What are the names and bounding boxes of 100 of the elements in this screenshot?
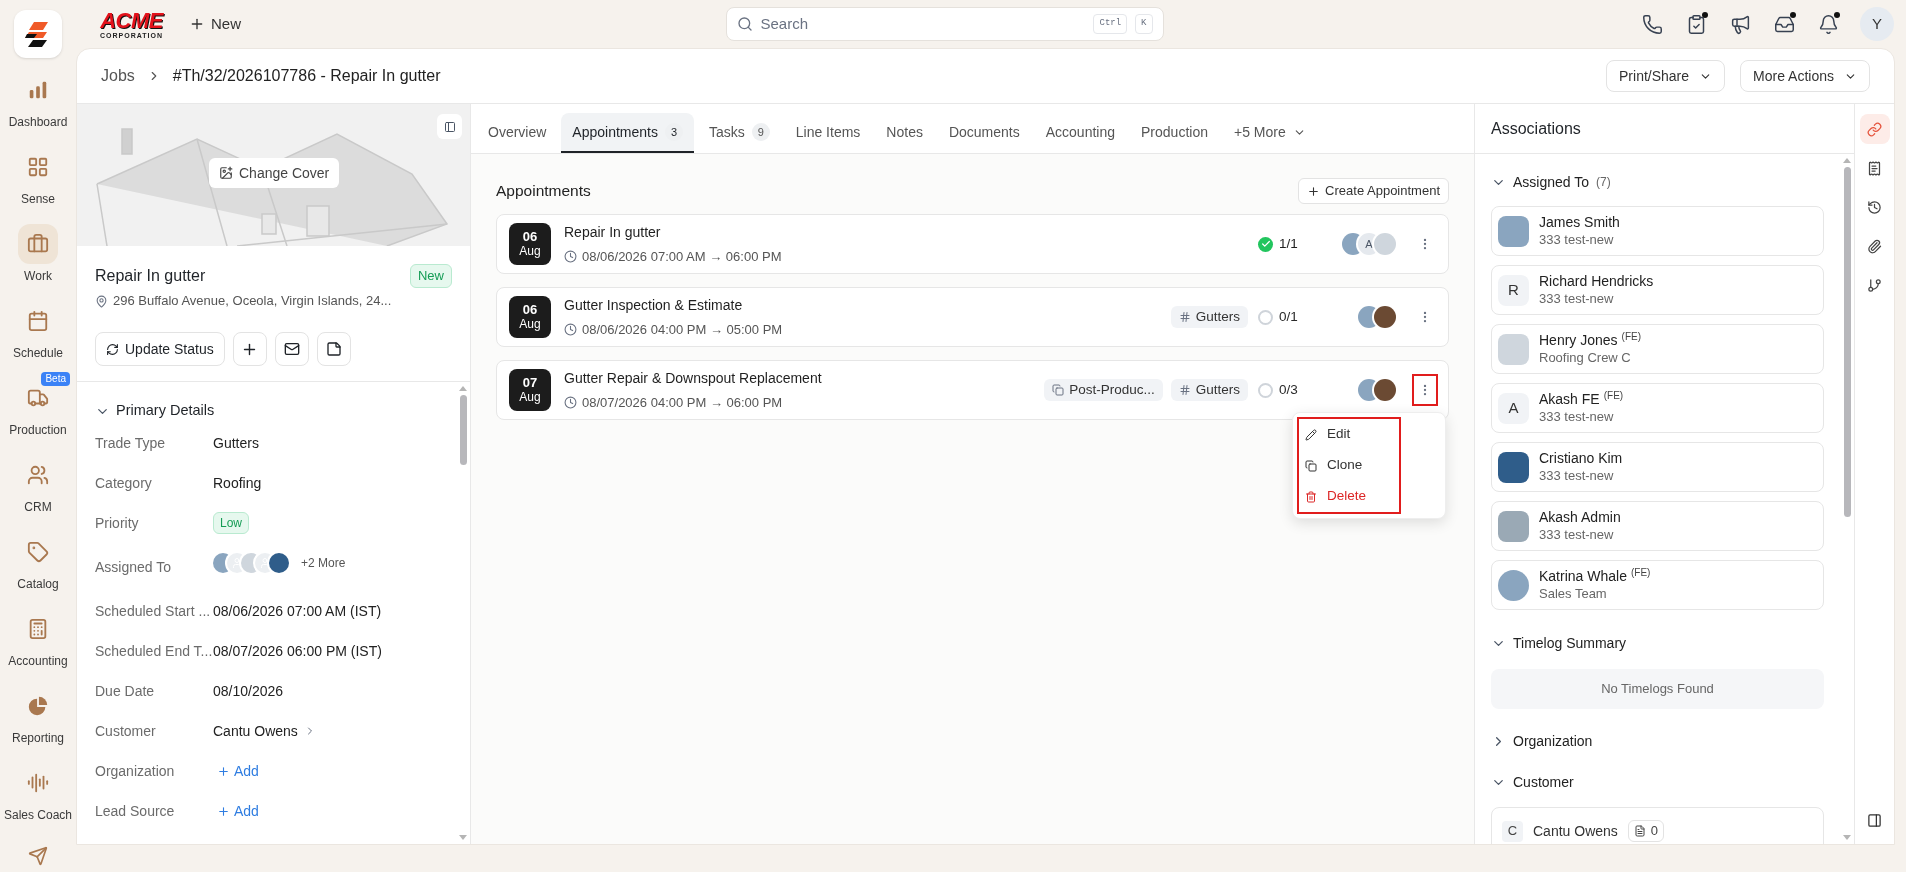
date-month: Aug <box>519 390 541 405</box>
assignee-team: 333 test-new <box>1539 290 1615 308</box>
section-toggle[interactable]: Customer <box>1491 770 1574 794</box>
nav-item[interactable]: Beta Production <box>0 372 76 449</box>
tab[interactable]: Accounting <box>1034 113 1127 153</box>
search-box[interactable]: Search Ctrl K <box>725 7 1164 41</box>
change-cover-button[interactable]: Change Cover <box>209 158 340 188</box>
job-title: Repair In gutter <box>95 266 206 286</box>
date-day: 07 <box>522 375 538 390</box>
assignee-card[interactable]: A Akash FE (FE) 333 test-new <box>1491 383 1824 433</box>
section-toggle[interactable]: Assigned To (7) <box>1491 170 1611 194</box>
app-logo[interactable] <box>14 10 62 58</box>
tab[interactable]: +5 More <box>1222 113 1317 153</box>
assignee-card[interactable]: James Smith 333 test-new <box>1491 206 1824 256</box>
photo-placeholder <box>1498 510 1529 542</box>
avatar-letter: A <box>1498 392 1529 424</box>
assignee-team: 333 test-new <box>1539 467 1615 485</box>
user-avatar[interactable]: Y <box>1860 7 1894 41</box>
email-button[interactable] <box>274 332 309 366</box>
trash-icon <box>1305 490 1317 503</box>
update-status-button[interactable]: Update Status <box>95 332 225 366</box>
more-assignees-link[interactable]: +2 More <box>301 554 346 572</box>
image-icon <box>219 166 233 180</box>
nav-item[interactable]: CRM <box>0 449 76 526</box>
add-link[interactable]: Add <box>217 800 259 822</box>
menu-item[interactable]: Edit <box>1299 419 1399 450</box>
assignee-team: Roofing Crew C <box>1539 349 1632 367</box>
customer-link[interactable]: Cantu Owens <box>213 720 316 742</box>
task-progress: 1/1 <box>1279 234 1298 253</box>
stage-icon <box>1052 384 1065 396</box>
stage-tag: Post-Produc... <box>1044 379 1163 401</box>
collapse-panel-button[interactable] <box>437 114 462 139</box>
breadcrumb-link[interactable]: Jobs <box>101 64 135 88</box>
appointment-title: Gutter Inspection & Estimate <box>564 295 744 315</box>
section-toggle[interactable]: Timelog Summary <box>1491 631 1627 655</box>
assignee-name: Richard Hendricks <box>1539 272 1654 290</box>
nav-item[interactable]: Sales Coach <box>0 757 76 834</box>
section-toggle[interactable]: Primary Details <box>95 399 215 423</box>
nav-item[interactable]: Catalog <box>0 526 76 603</box>
action-dropdown[interactable]: Print/Share <box>1606 60 1726 92</box>
tab[interactable]: Documents <box>937 113 1031 153</box>
appointment-card[interactable]: 06 Aug Repair In gutter 08/06/2026 07:00 AM → 06:00 PM 1/1 A <box>496 214 1449 274</box>
tab[interactable]: Line Items <box>784 113 872 153</box>
phone-button[interactable] <box>1640 12 1664 36</box>
assignee-card[interactable]: Akash Admin 333 test-new <box>1491 501 1824 551</box>
nav-item[interactable]: Schedule <box>0 295 76 372</box>
appointment-time: 08/06/2026 07:00 AM → 06:00 PM <box>582 247 782 266</box>
create-appointment-button[interactable]: Create Appointment <box>1298 178 1449 204</box>
section-toggle[interactable]: Organization <box>1491 729 1593 753</box>
nav-item[interactable]: Work <box>0 218 76 295</box>
nav-item[interactable]: Accounting <box>0 603 76 680</box>
assignee-card[interactable]: Henry Jones (FE) Roofing Crew C <box>1491 324 1824 374</box>
menu-item[interactable]: Clone <box>1299 450 1399 481</box>
nav-item[interactable]: Reporting <box>0 680 76 757</box>
new-button[interactable]: New <box>181 9 249 39</box>
search-field[interactable]: Search <box>760 12 1086 36</box>
tab[interactable]: Production <box>1130 113 1219 153</box>
field-label: Category <box>95 473 153 493</box>
branch-icon <box>1867 277 1882 293</box>
nav-item[interactable]: Sense <box>0 141 76 218</box>
date-month: Aug <box>519 244 541 259</box>
menu-item[interactable]: Delete <box>1299 481 1399 512</box>
shortcut-key: K <box>1135 14 1153 34</box>
customer-card[interactable]: C Cantu Owens 0 <box>1491 807 1824 844</box>
field-value: 08/10/2026 <box>213 681 284 701</box>
photo-placeholder <box>1374 379 1396 401</box>
assignee-name: Henry Jones <box>1539 331 1618 349</box>
panel-icon <box>1867 812 1882 828</box>
section-heading: Appointments <box>496 181 591 202</box>
field-label: Lead Source <box>95 801 176 821</box>
field-value: 08/07/2026 06:00 PM (IST) <box>213 641 382 661</box>
nav-label: Work <box>24 268 52 284</box>
assignee-team: 333 test-new <box>1539 526 1615 544</box>
note-button[interactable] <box>316 332 351 366</box>
assignee-card[interactable]: R Richard Hendricks 333 test-new <box>1491 265 1824 315</box>
breadcrumb-current: #Th/32/2026107786 - Repair In gutter <box>172 66 441 86</box>
avatar-letter: C <box>1502 820 1523 842</box>
action-dropdown[interactable]: More Actions <box>1740 60 1870 92</box>
tab[interactable]: Appointments 3 <box>561 113 694 153</box>
plus-icon <box>189 16 205 32</box>
refresh-icon <box>106 342 119 356</box>
nav-label: Schedule <box>12 345 63 361</box>
photo-placeholder <box>1498 569 1529 601</box>
brand-name: ACME <box>100 9 163 32</box>
tab[interactable]: Overview <box>477 113 558 153</box>
priority-badge: Low <box>213 512 249 534</box>
assignee-card[interactable]: Cristiano Kim 333 test-new <box>1491 442 1824 492</box>
appointment-card[interactable]: 06 Aug Gutter Inspection & Estimate 08/06/2026 04:00 PM → 05:00 PM Gutters 0/1 <box>496 287 1449 347</box>
photo-placeholder <box>1374 306 1396 328</box>
tab-count: 9 <box>751 123 770 141</box>
nav-item[interactable]: Dashboard <box>0 64 76 141</box>
send-icon[interactable] <box>28 846 48 866</box>
grid-icon <box>27 156 49 178</box>
add-link[interactable]: Add <box>217 760 259 782</box>
assignee-name: Cristiano Kim <box>1539 449 1623 467</box>
tab[interactable]: Notes <box>875 113 934 153</box>
tab[interactable]: Tasks 9 <box>697 113 781 153</box>
history-icon <box>1867 199 1882 215</box>
assignee-card[interactable]: Katrina Whale (FE) Sales Team <box>1491 560 1824 610</box>
more-options-button[interactable] <box>1412 374 1438 406</box>
